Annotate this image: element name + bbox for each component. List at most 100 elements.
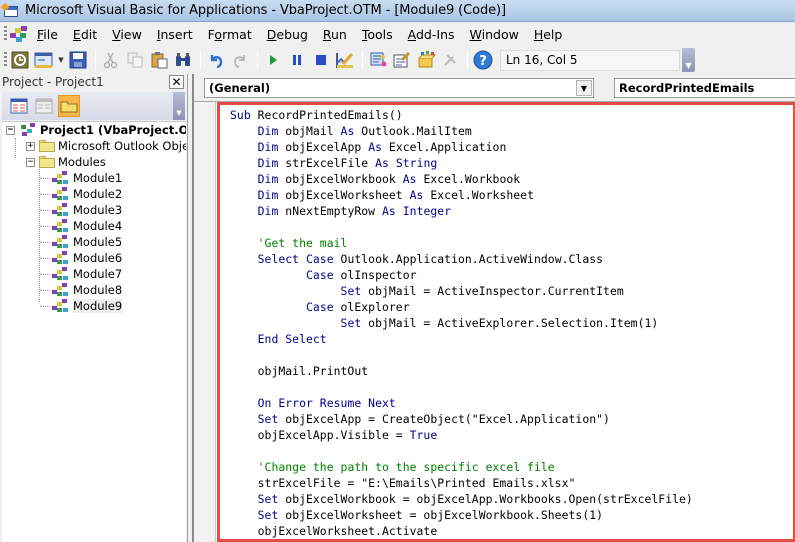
tree-line (40, 242, 50, 243)
tree-project-root[interactable]: − Project1 (VbaProject.OTM) (6, 122, 186, 138)
code-line: 'Change the path to the specific excel f… (230, 459, 693, 475)
tree-module-item[interactable]: Module8 (52, 282, 122, 298)
tree-folder-outlook-objects[interactable]: + Microsoft Outlook Objects (26, 138, 186, 154)
code-line: On Error Resume Next (230, 395, 693, 411)
tree-module-item[interactable]: Module4 (52, 218, 122, 234)
menu-debug[interactable]: Debug (267, 27, 308, 42)
redo-button[interactable] (229, 49, 251, 71)
code-keyword: Set (257, 492, 279, 506)
menu-view[interactable]: View (112, 27, 142, 42)
project-explorer-button[interactable] (367, 49, 389, 71)
project-toolbar-overflow[interactable]: ▼ (173, 92, 185, 120)
collapse-toggle[interactable]: − (6, 125, 15, 135)
undo-button[interactable] (205, 49, 227, 71)
help-button[interactable]: ? (472, 49, 494, 71)
find-button[interactable] (172, 49, 194, 71)
chevron-down-icon[interactable]: ▼ (576, 80, 592, 96)
insert-dropdown-arrow[interactable]: ▼ (57, 49, 65, 71)
paste-button[interactable] (148, 49, 170, 71)
tree-folder-label: Modules (58, 155, 106, 169)
break-button[interactable] (286, 49, 308, 71)
tree-line (40, 258, 50, 259)
tree-module-label: Module3 (73, 203, 123, 217)
code-text: objMail (278, 124, 341, 138)
code-keyword: Case (306, 268, 334, 282)
tree-module-item[interactable]: Module5 (52, 234, 122, 250)
menu-run[interactable]: Run (323, 27, 347, 42)
code-line: ​ (230, 379, 693, 395)
code-text: olInspector (333, 268, 417, 282)
tree-folder-label: Microsoft Outlook Objects (58, 139, 186, 153)
menubar-grip[interactable] (4, 26, 7, 42)
code-keyword: As (409, 188, 424, 202)
tree-module-item[interactable]: Module2 (52, 186, 122, 202)
copy-button[interactable] (124, 49, 146, 71)
code-lines: Sub RecordPrintedEmails() Dim objMail As… (230, 107, 693, 539)
object-browser-button[interactable] (415, 49, 437, 71)
code-line: Dim strExcelFile As String (230, 155, 693, 171)
tree-module-label: Module1 (73, 171, 123, 185)
design-mode-button[interactable] (334, 49, 356, 71)
code-line: ​ (230, 347, 693, 363)
view-object-button[interactable] (33, 95, 55, 117)
code-keyword: On Error Resume Next (257, 396, 396, 410)
tree-line (40, 290, 50, 291)
code-editor[interactable]: Sub RecordPrintedEmails() Dim objMail As… (194, 101, 795, 542)
design-mode-icon (336, 52, 354, 68)
menu-format[interactable]: Format (208, 27, 252, 42)
tree-module-item[interactable]: Module1 (52, 170, 122, 186)
toggle-folders-button[interactable] (58, 95, 80, 117)
view-outlook-button[interactable] (9, 49, 31, 71)
code-line: Sub RecordPrintedEmails() (230, 107, 693, 123)
insert-userform-button[interactable] (33, 49, 55, 71)
menu-edit[interactable]: Edit (73, 27, 97, 42)
tree-module-item[interactable]: Module9 (52, 298, 123, 314)
code-line: 'Get the mail (230, 235, 693, 251)
menu-insert[interactable]: Insert (157, 27, 193, 42)
reset-button[interactable] (310, 49, 332, 71)
menu-window[interactable]: Window (470, 27, 519, 42)
code-line: Set objMail = ActiveExplorer.Selection.I… (230, 315, 693, 331)
view-code-button[interactable] (8, 95, 30, 117)
menu-tools[interactable]: Tools (362, 27, 393, 42)
menu-help[interactable]: Help (534, 27, 563, 42)
run-button[interactable] (262, 49, 284, 71)
view-outlook-icon (11, 51, 29, 69)
code-comment: 'Get the mail (257, 236, 348, 250)
procedure-dropdown-value: RecordPrintedEmails (619, 81, 755, 95)
menu-file[interactable]: File (37, 27, 58, 42)
object-browser-icon (418, 51, 436, 68)
menu-add-ins[interactable]: Add-Ins (408, 27, 455, 42)
tree-folder-modules[interactable]: − Modules (26, 154, 106, 170)
project-pane-close-button[interactable]: ✕ (169, 75, 184, 89)
object-dropdown[interactable]: (General) ▼ (204, 78, 594, 98)
save-button[interactable] (67, 49, 89, 71)
tree-module-item[interactable]: Module6 (52, 250, 122, 266)
toolbar-overflow-button[interactable]: ▼ (682, 48, 695, 72)
module-icon (52, 203, 70, 217)
vba-editor-window: Microsoft Visual Basic for Applications … (0, 0, 795, 542)
code-line: Dim objExcelWorksheet As Excel.Worksheet (230, 187, 693, 203)
code-text: nNextEmptyRow (278, 204, 382, 218)
procedure-dropdown[interactable]: RecordPrintedEmails (614, 78, 795, 98)
code-keyword: As (375, 156, 389, 170)
toolbox-button[interactable] (439, 49, 461, 71)
module-icon (52, 251, 70, 265)
cut-button[interactable] (100, 49, 122, 71)
code-margin-bar[interactable] (194, 102, 216, 542)
tree-module-item[interactable]: Module7 (52, 266, 122, 282)
undo-icon (210, 55, 223, 69)
code-keyword: Set (340, 316, 362, 330)
properties-window-button[interactable] (391, 49, 413, 71)
project-explorer-pane: Project - Project1 ✕ ▼ − Project1 (VbaPr… (0, 74, 188, 542)
object-dropdown-value: (General) (209, 81, 271, 95)
collapse-toggle[interactable]: − (26, 157, 35, 167)
toolbar-grip[interactable] (4, 52, 7, 68)
cursor-position-display: Ln 16, Col 5 (500, 49, 680, 71)
expand-toggle[interactable]: + (26, 141, 35, 151)
module-icon (52, 267, 70, 281)
tree-module-item[interactable]: Module3 (52, 202, 122, 218)
